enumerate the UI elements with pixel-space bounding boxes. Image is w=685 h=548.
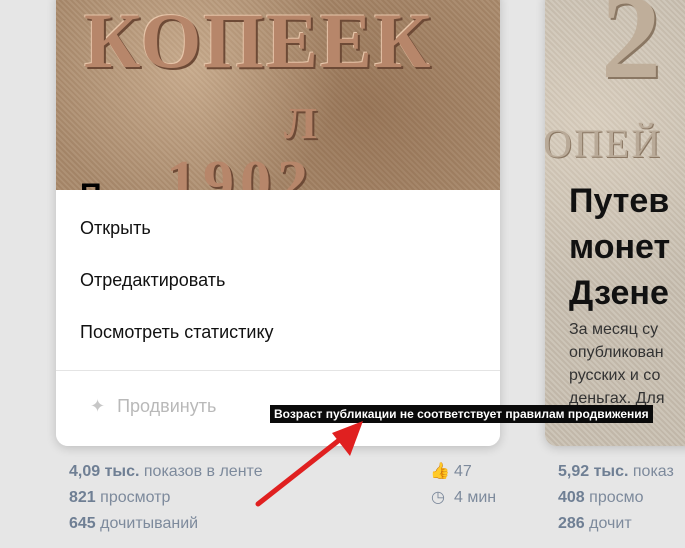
stat-impressions: 4,09 тыс. показов в ленте [69, 459, 263, 485]
stat-views: 821 просмотр [69, 485, 263, 511]
stat-label: дочитываний [100, 515, 199, 532]
stat-value: 5,92 тыс. [558, 463, 629, 480]
likes-row: 👍 47 [430, 459, 496, 485]
stat-value: 408 [558, 489, 585, 506]
stat-views: 408 просмо [558, 485, 674, 511]
stat-label: просмотр [100, 489, 171, 506]
stat-value: 4,09 тыс. [69, 463, 140, 480]
stat-impressions: 5,92 тыс. показ [558, 459, 674, 485]
stat-value: 821 [69, 489, 96, 506]
read-time-row: ◷ 4 мин [430, 485, 496, 511]
stat-label: показ [632, 463, 674, 480]
stat-label: показов в ленте [143, 463, 263, 480]
article-meta: 👍 47 ◷ 4 мин [430, 459, 496, 511]
stat-reads: 645 дочитываний [69, 511, 263, 537]
stat-value: 645 [69, 515, 96, 532]
article-stats-right: 5,92 тыс. показ 408 просмо 286 дочит [558, 459, 674, 537]
stat-value: 286 [558, 515, 585, 532]
clock-icon: ◷ [431, 489, 445, 506]
thumbs-up-icon: 👍 [430, 463, 450, 480]
stat-label: просмо [589, 489, 644, 506]
likes-count: 47 [454, 463, 472, 480]
article-stats-left: 4,09 тыс. показов в ленте 821 просмотр 6… [69, 459, 263, 537]
read-time: 4 мин [454, 489, 497, 506]
stat-label: дочит [589, 515, 632, 532]
stat-reads: 286 дочит [558, 511, 674, 537]
